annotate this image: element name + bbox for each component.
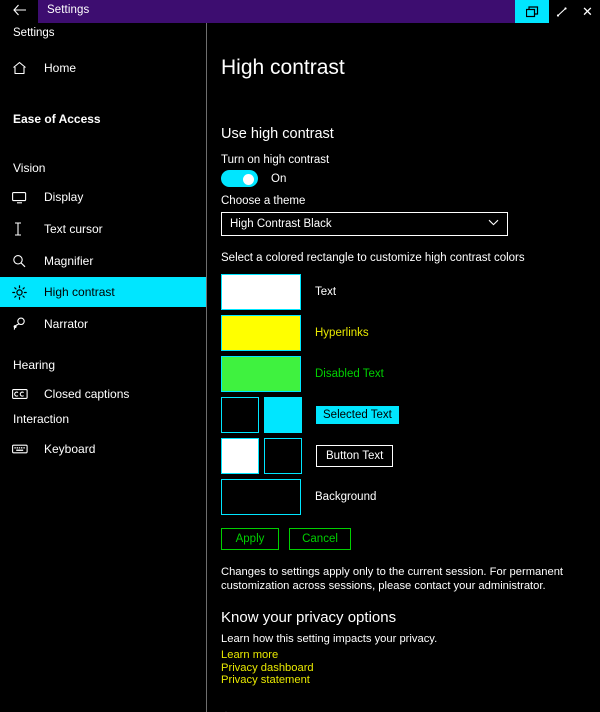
sidebar-item-label: Text cursor	[44, 222, 103, 236]
sidebar-item-text-cursor[interactable]: Text cursor	[0, 214, 206, 244]
sidebar-group-hearing: Hearing	[13, 358, 56, 372]
swatch-row-text: Text	[221, 274, 336, 310]
toggle-state-text: On	[271, 172, 287, 185]
sidebar: Settings Home Ease of Access Vision Disp…	[0, 23, 207, 712]
back-arrow-icon[interactable]	[9, 2, 31, 21]
high-contrast-toggle-row: On	[221, 170, 286, 187]
title-bar-band	[38, 0, 515, 23]
brightness-icon	[12, 284, 42, 300]
chevron-down-icon	[488, 219, 499, 229]
swatch-text[interactable]	[221, 274, 301, 310]
swatch-row-selected-text: Selected Text	[221, 397, 399, 433]
theme-dropdown-value: High Contrast Black	[230, 218, 332, 230]
swatch-label-background: Background	[315, 491, 377, 503]
swatch-selected-text-bg[interactable]	[264, 397, 302, 433]
sidebar-item-display[interactable]: Display	[0, 182, 206, 212]
sidebar-item-closed-captions[interactable]: Closed captions	[0, 379, 206, 409]
monitor-icon	[12, 191, 42, 204]
swatch-instruction: Select a colored rectangle to customize …	[221, 252, 525, 264]
sidebar-group-interaction: Interaction	[13, 412, 70, 426]
link-privacy-dashboard[interactable]: Privacy dashboard	[221, 662, 314, 674]
swatch-selected-text-fg[interactable]	[221, 397, 259, 433]
section-heading: Use high contrast	[221, 126, 334, 142]
restore-window-icon[interactable]	[515, 0, 549, 23]
sidebar-app-name: Settings	[13, 27, 55, 39]
swatch-row-hyperlinks: Hyperlinks	[221, 315, 369, 351]
closed-captions-icon	[12, 388, 42, 400]
swatch-row-background: Background	[221, 479, 376, 515]
swatch-label-disabled-text: Disabled Text	[315, 368, 384, 380]
high-contrast-toggle[interactable]	[221, 170, 258, 187]
sidebar-item-label: Closed captions	[44, 387, 130, 401]
window-title: Settings	[47, 4, 90, 16]
sidebar-item-label: Narrator	[44, 317, 89, 331]
swatch-button-text-bg[interactable]	[264, 438, 302, 474]
privacy-heading: Know your privacy options	[221, 609, 397, 626]
cancel-button[interactable]: Cancel	[289, 528, 351, 550]
sidebar-item-label: Magnifier	[44, 254, 94, 268]
sidebar-item-label: Home	[44, 61, 77, 75]
text-cursor-icon	[12, 222, 42, 236]
sidebar-item-label: Display	[44, 190, 84, 204]
link-learn-more[interactable]: Learn more	[221, 649, 278, 661]
swatch-label-selected-text: Selected Text	[316, 406, 399, 424]
link-privacy-statement[interactable]: Privacy statement	[221, 674, 310, 686]
settings-window: Settings ✕ Settings Home Ease of Access …	[0, 0, 600, 712]
sidebar-item-home[interactable]: Home	[0, 53, 206, 83]
sidebar-item-label: High contrast	[44, 285, 115, 299]
session-note: Changes to settings apply only to the cu…	[221, 566, 564, 592]
narrator-icon	[12, 317, 42, 331]
swatch-background[interactable]	[221, 479, 301, 515]
main-content: High contrast Use high contrast Turn on …	[208, 23, 600, 712]
title-bar: Settings ✕	[0, 0, 600, 23]
close-icon[interactable]: ✕	[575, 0, 600, 23]
swatch-hyperlinks[interactable]	[221, 315, 301, 351]
magnifier-icon	[12, 254, 42, 268]
theme-dropdown[interactable]: High Contrast Black	[221, 212, 508, 236]
sidebar-item-magnifier[interactable]: Magnifier	[0, 246, 206, 276]
theme-label: Choose a theme	[221, 195, 306, 207]
apply-button[interactable]: Apply	[221, 528, 279, 550]
sidebar-item-label: Keyboard	[44, 442, 96, 456]
home-icon	[12, 61, 42, 75]
swatch-row-button-text: Button Text	[221, 438, 394, 474]
swatch-button-text-fg[interactable]	[221, 438, 259, 474]
page-title: High contrast	[221, 56, 345, 79]
minimize-icon[interactable]	[549, 0, 575, 23]
sidebar-item-keyboard[interactable]: Keyboard	[0, 434, 206, 464]
sidebar-group-vision: Vision	[13, 161, 46, 175]
sidebar-item-high-contrast[interactable]: High contrast	[0, 277, 206, 307]
privacy-text: Learn how this setting impacts your priv…	[221, 633, 438, 645]
swatch-row-disabled-text: Disabled Text	[221, 356, 384, 392]
swatch-label-hyperlinks: Hyperlinks	[315, 327, 369, 339]
toggle-knob	[243, 174, 254, 185]
swatch-disabled-text[interactable]	[221, 356, 301, 392]
sidebar-section-title: Ease of Access	[13, 112, 101, 126]
swatch-label-button-text: Button Text	[316, 445, 394, 467]
swatch-label-text: Text	[315, 286, 337, 298]
keyboard-icon	[12, 443, 42, 455]
toggle-label: Turn on high contrast	[221, 154, 330, 166]
sidebar-item-narrator[interactable]: Narrator	[0, 309, 206, 339]
